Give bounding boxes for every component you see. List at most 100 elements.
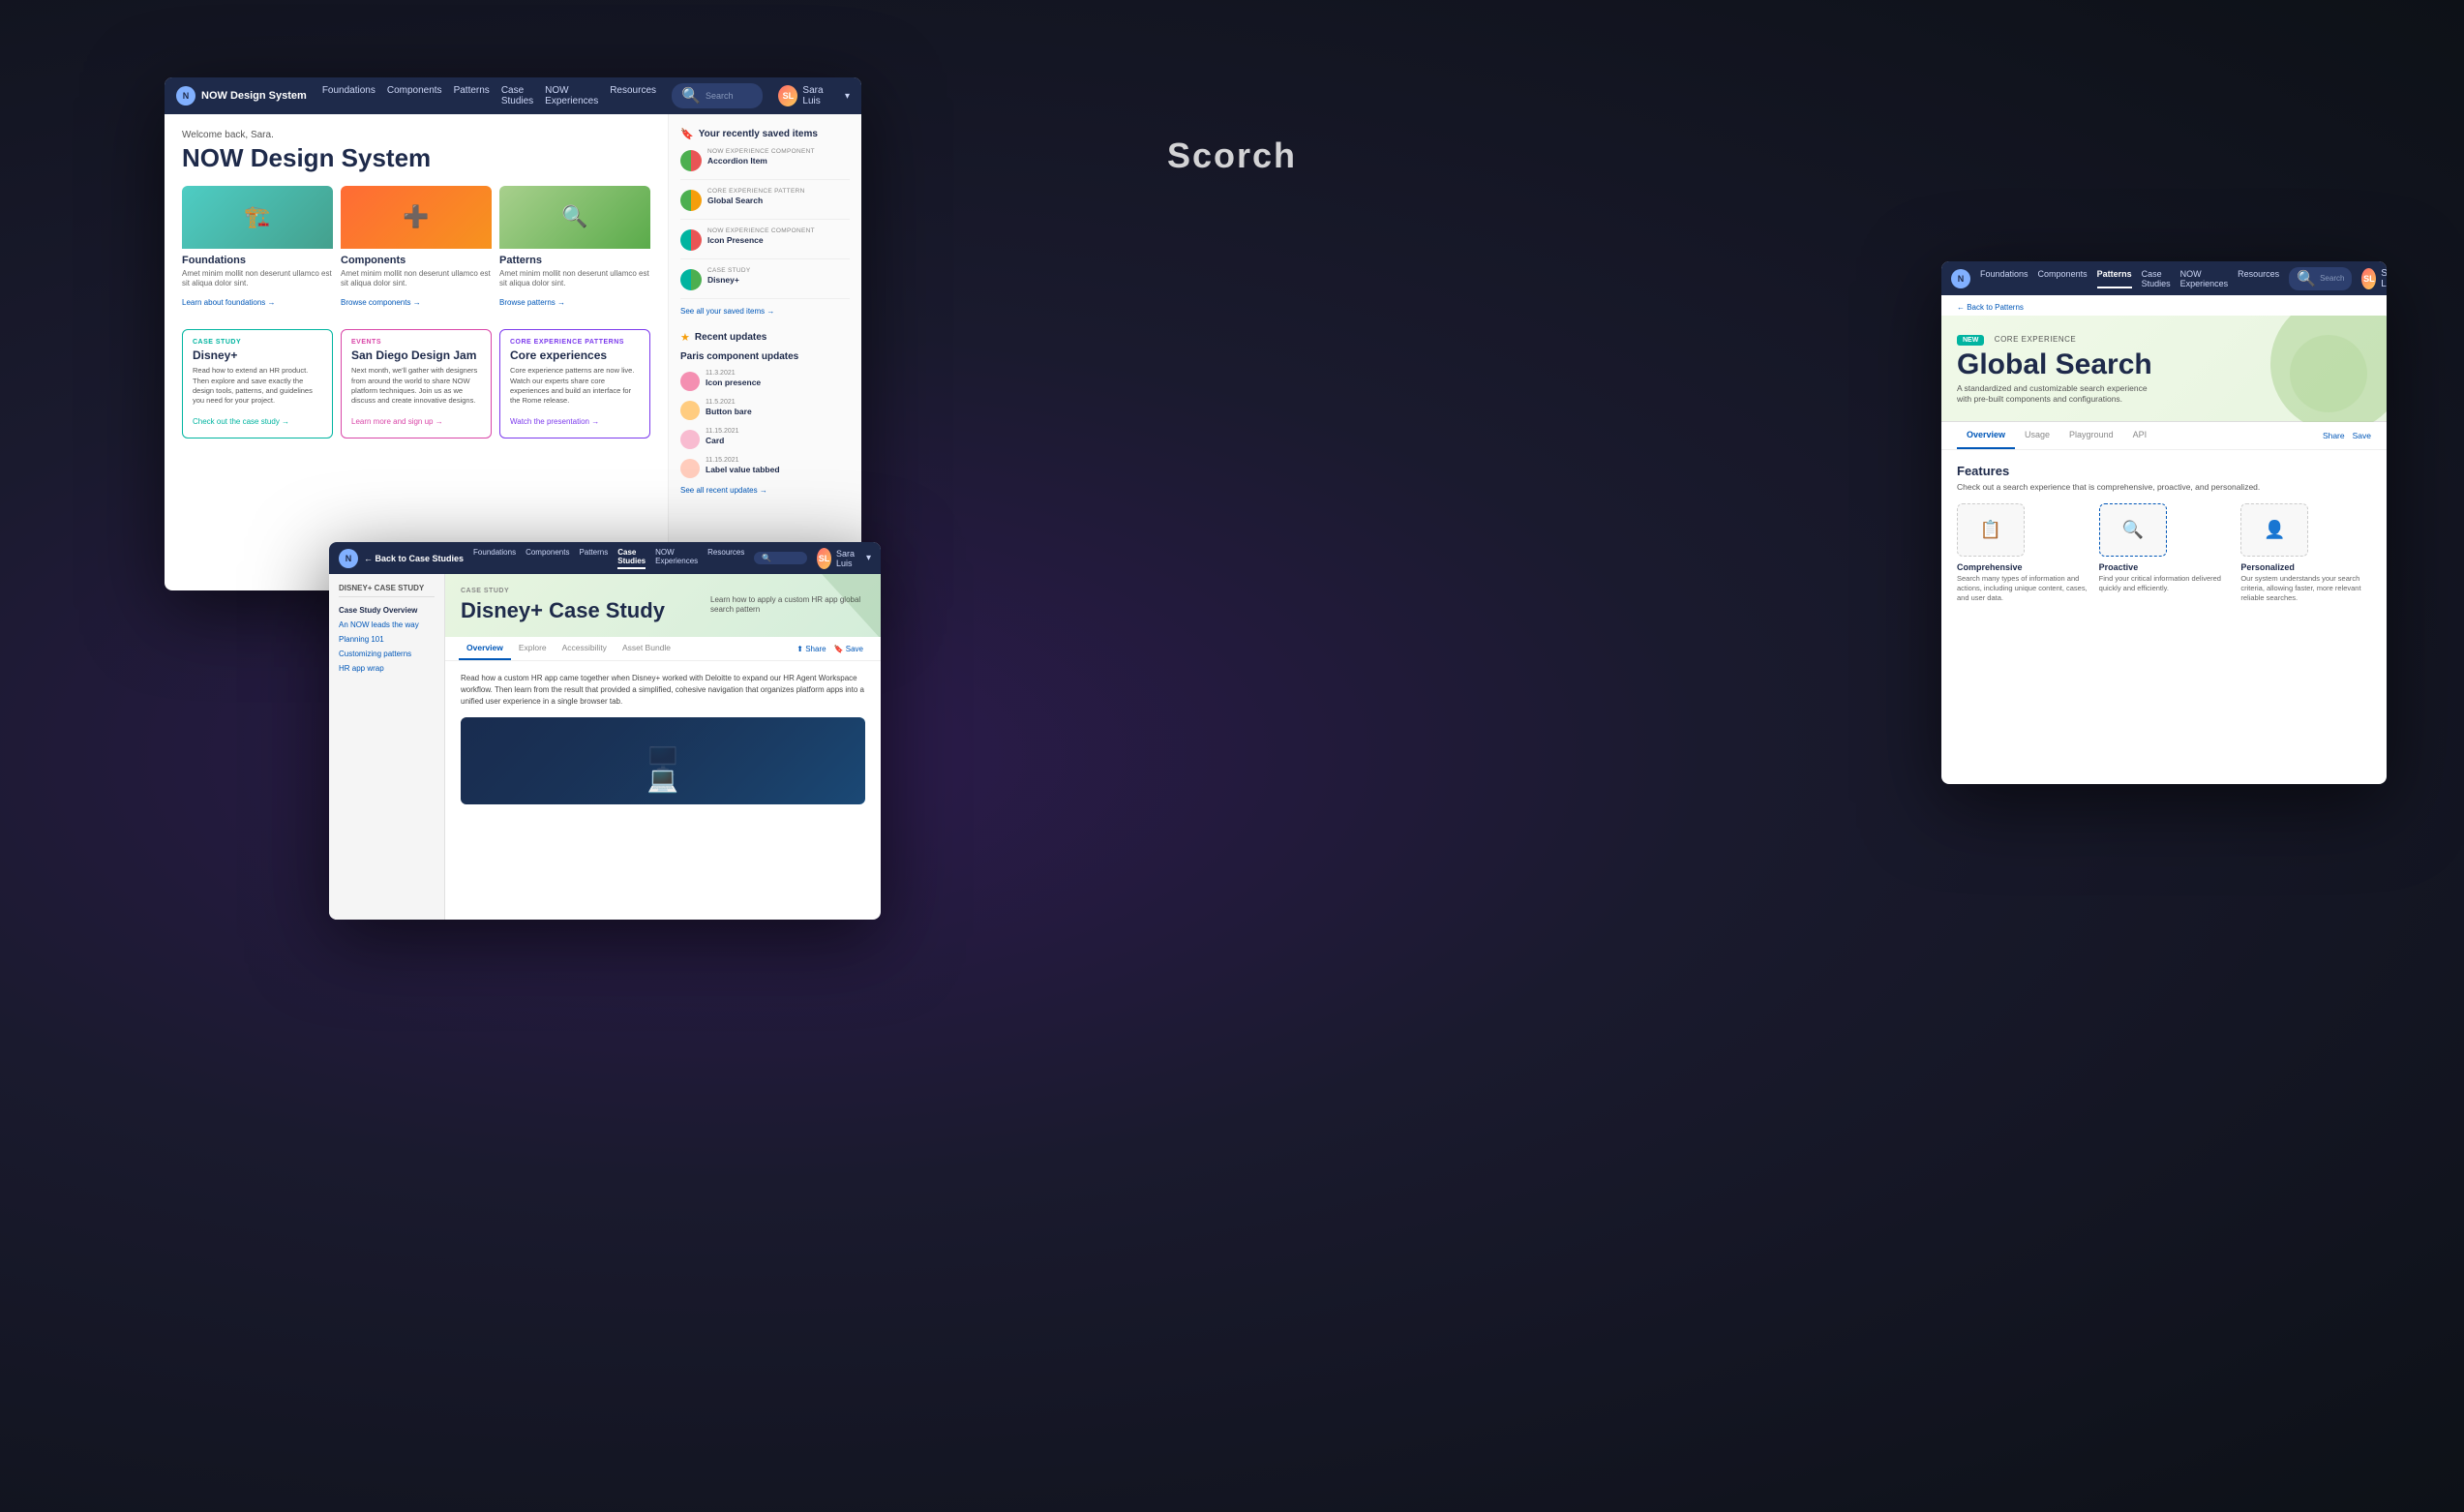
patterns-search-placeholder: Search [2320, 274, 2344, 283]
case-study-link[interactable]: Check out the case study → [193, 417, 289, 426]
cs-sidebar-now-leads[interactable]: An NOW leads the way [339, 618, 435, 632]
share-button[interactable]: Share [2323, 431, 2345, 440]
nav-link-patterns[interactable]: Patterns [454, 85, 490, 106]
saved-item-type-4: CASE STUDY [707, 267, 850, 274]
cs-tab-accessibility[interactable]: Accessibility [555, 637, 615, 660]
patterns-nav-patterns[interactable]: Patterns [2097, 269, 2132, 288]
saved-item-iconpresence[interactable]: NOW EXPERIENCE COMPONENT Icon Presence [680, 227, 850, 259]
saved-item-accordion[interactable]: NOW EXPERIENCE COMPONENT Accordion Item [680, 148, 850, 180]
saved-item-name-1: Accordion Item [707, 156, 850, 166]
nav-link-casestudies[interactable]: Case Studies [501, 85, 533, 106]
patterns-search-box[interactable]: 🔍 Search [2289, 267, 2352, 290]
tab-overview[interactable]: Overview [1957, 422, 2015, 449]
nav-link-components[interactable]: Components [387, 85, 442, 106]
patterns-card[interactable]: 🔍 Patterns Amet minim mollit non deserun… [499, 186, 650, 317]
recent-item-4[interactable]: 11.15.2021 Label value tabbed [680, 457, 850, 478]
patterns-nav-components[interactable]: Components [2038, 269, 2088, 288]
cs-nav-logo-text: ← Back to Case Studies [364, 554, 464, 563]
cs-tab-assets[interactable]: Asset Bundle [615, 637, 678, 660]
saved-item-info-2: CORE EXPERIENCE PATTERN Global Search [707, 188, 850, 205]
nav-link-foundations[interactable]: Foundations [322, 85, 376, 106]
search-placeholder: Search [706, 91, 734, 101]
events-card[interactable]: EVENTS San Diego Design Jam Next month, … [341, 329, 492, 438]
components-card-body: Components Amet minim mollit non deserun… [341, 249, 492, 317]
patterns-tabs: Overview Usage Playground API Share Save [1941, 422, 2387, 450]
saved-item-globalsearch[interactable]: CORE EXPERIENCE PATTERN Global Search [680, 188, 850, 220]
tab-playground[interactable]: Playground [2059, 422, 2123, 449]
events-link[interactable]: Learn more and sign up → [351, 417, 443, 426]
save-button[interactable]: Save [2353, 431, 2371, 440]
personalized-text: Our system understands your search crite… [2240, 574, 2371, 602]
scorch-title: Scorch [1167, 136, 1297, 176]
patterns-body: Features Check out a search experience t… [1941, 450, 2387, 616]
tab-api[interactable]: API [2123, 422, 2157, 449]
cs-nav-logo[interactable]: N ← Back to Case Studies [339, 549, 464, 568]
patterns-nav-foundations[interactable]: Foundations [1980, 269, 2028, 288]
saved-item-dot-3 [680, 229, 702, 251]
cs-save-button[interactable]: 🔖 Save [834, 645, 863, 653]
saved-item-type-3: NOW EXPERIENCE COMPONENT [707, 227, 850, 234]
patterns-tab-actions: Share Save [2323, 422, 2371, 449]
cs-nav-patterns[interactable]: Patterns [579, 548, 608, 569]
core-exp-link[interactable]: Watch the presentation → [510, 417, 599, 426]
feature-comprehensive: 📋 Comprehensive Search many types of inf… [1957, 503, 2088, 602]
recent-item-3[interactable]: 11.15.2021 Card [680, 428, 850, 449]
patterns-content: ← Back to Patterns NEW CORE EXPERIENCE G… [1941, 295, 2387, 784]
chevron-down-icon: ▾ [845, 91, 850, 102]
cs-tab-overview[interactable]: Overview [459, 637, 511, 660]
cs-nav-user[interactable]: SL Sara Luis ▾ [817, 548, 871, 569]
cs-nav-nowexp[interactable]: NOW Experiences [655, 548, 698, 569]
see-all-recent-link[interactable]: See all recent updates → [680, 486, 850, 495]
nav-link-nowexp[interactable]: NOW Experiences [545, 85, 598, 106]
cs-nav-components[interactable]: Components [526, 548, 569, 569]
foundations-card-link[interactable]: Learn about foundations → [182, 298, 276, 307]
patterns-card-link[interactable]: Browse patterns → [499, 298, 565, 307]
patterns-nav-resources[interactable]: Resources [2238, 269, 2279, 288]
foundations-card[interactable]: 🏗️ Foundations Amet minim mollit non des… [182, 186, 333, 317]
components-card-title: Components [341, 255, 492, 266]
cs-content: DISNEY+ CASE STUDY Case Study Overview A… [329, 574, 881, 920]
cs-nav-casestudies[interactable]: Case Studies [617, 548, 646, 569]
cs-nav-resources[interactable]: Resources [707, 548, 744, 569]
page-title: NOW Design System [182, 144, 650, 172]
recent-name-1: Icon presence [706, 378, 850, 387]
case-study-card[interactable]: CASE STUDY Disney+ Read how to extend an… [182, 329, 333, 438]
nav-logo[interactable]: N NOW Design System [176, 86, 307, 106]
cs-sidebar-overview[interactable]: Case Study Overview [339, 603, 435, 618]
patterns-nav: N Foundations Components Patterns Case S… [1941, 261, 2387, 295]
recent-dot-2 [680, 401, 700, 420]
components-card[interactable]: ➕ Components Amet minim mollit non deser… [341, 186, 492, 317]
recent-dot-1 [680, 372, 700, 391]
comprehensive-icon-box: 📋 [1957, 503, 2025, 557]
core-exp-card[interactable]: CORE EXPERIENCE PATTERNS Core experience… [499, 329, 650, 438]
patterns-nav-user[interactable]: SL Sara Luis ▾ [2361, 268, 2387, 289]
saved-item-info-3: NOW EXPERIENCE COMPONENT Icon Presence [707, 227, 850, 245]
cs-sidebar-hr[interactable]: HR app wrap [339, 661, 435, 676]
nav-user[interactable]: SL Sara Luis ▾ [778, 85, 850, 106]
patterns-nav-casestudies[interactable]: Case Studies [2142, 269, 2171, 288]
right-panel: 🔖 Your recently saved items NOW EXPERIEN… [668, 114, 861, 590]
cs-tab-explore[interactable]: Explore [511, 637, 555, 660]
cs-share-button[interactable]: ⬆ Share [796, 645, 826, 653]
saved-item-dot-4 [680, 269, 702, 290]
nav-link-resources[interactable]: Resources [610, 85, 656, 106]
case-study-tag: CASE STUDY [193, 339, 322, 346]
recent-item-1[interactable]: 11.3.2021 Icon presence [680, 370, 850, 391]
main-search-box[interactable]: 🔍 Search [672, 83, 763, 108]
cs-sidebar-planning[interactable]: Planning 101 [339, 632, 435, 647]
patterns-card-title: Patterns [499, 255, 650, 266]
components-card-link[interactable]: Browse components → [341, 298, 421, 307]
tab-usage[interactable]: Usage [2015, 422, 2059, 449]
patterns-breadcrumb[interactable]: ← Back to Patterns [1941, 295, 2387, 316]
recent-item-2[interactable]: 11.5.2021 Button bare [680, 399, 850, 420]
patterns-nav-nowexp[interactable]: NOW Experiences [2180, 269, 2229, 288]
logo-icon: N [176, 86, 195, 106]
saved-item-disney[interactable]: CASE STUDY Disney+ [680, 267, 850, 299]
cs-nav-foundations[interactable]: Foundations [473, 548, 516, 569]
personalized-icon: 👤 [2264, 520, 2285, 540]
cs-search-box[interactable]: 🔍 [754, 552, 807, 564]
see-all-saved-link[interactable]: See all your saved items → [680, 307, 850, 316]
patterns-nav-logo[interactable]: N [1951, 269, 1970, 288]
cs-sidebar-customizing[interactable]: Customizing patterns [339, 647, 435, 661]
components-card-image: ➕ [341, 186, 492, 249]
